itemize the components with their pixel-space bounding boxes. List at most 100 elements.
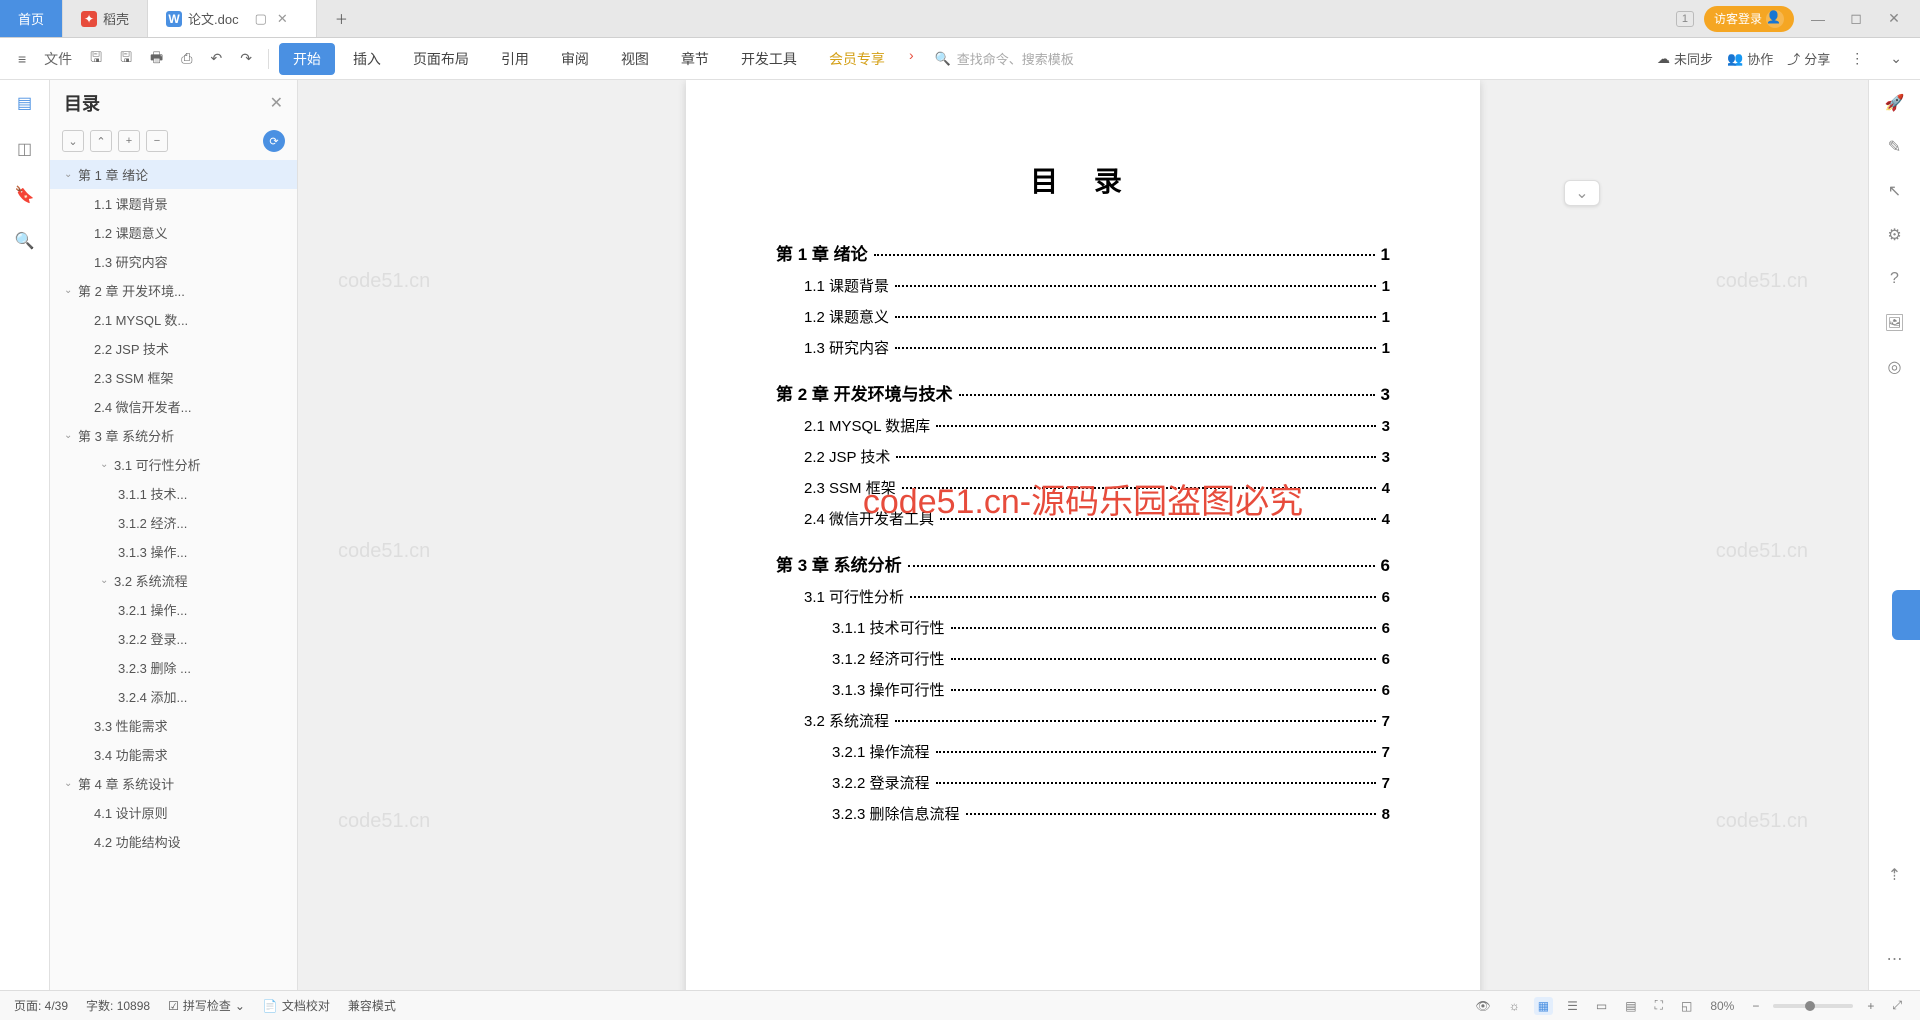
- ribbon-tab-dev[interactable]: 开发工具: [727, 43, 811, 75]
- undo-icon[interactable]: ↶: [204, 46, 228, 71]
- ribbon-tab-chapter[interactable]: 章节: [667, 43, 723, 75]
- outline-item[interactable]: ⌄第 1 章 绪论: [50, 160, 297, 189]
- outline-item[interactable]: 3.1.2 经济...: [50, 508, 297, 537]
- outline-item[interactable]: 3.2.4 添加...: [50, 682, 297, 711]
- maximize-icon[interactable]: ◻: [1842, 10, 1870, 27]
- outline-list[interactable]: ⌄第 1 章 绪论1.1 课题背景1.2 课题意义1.3 研究内容⌄第 2 章 …: [50, 160, 297, 990]
- outline-item[interactable]: 3.2.1 操作...: [50, 595, 297, 624]
- minimize-icon[interactable]: —: [1804, 11, 1832, 27]
- outline-item[interactable]: 2.3 SSM 框架: [50, 363, 297, 392]
- outline-item[interactable]: 1.1 课题背景: [50, 189, 297, 218]
- outline-item[interactable]: 1.2 课题意义: [50, 218, 297, 247]
- pages-rail-icon[interactable]: ◫: [14, 138, 36, 160]
- up-icon[interactable]: ⇡: [1884, 864, 1906, 886]
- page-indicator[interactable]: 页面: 4/39: [14, 997, 68, 1014]
- menu-icon[interactable]: ≡: [12, 47, 32, 71]
- fit-icon[interactable]: ⛶: [1651, 996, 1667, 1015]
- outline-item[interactable]: 3.2.3 删除 ...: [50, 653, 297, 682]
- collapse-all-icon[interactable]: ⌃: [90, 130, 112, 152]
- outline-item[interactable]: ⌄第 2 章 开发环境...: [50, 276, 297, 305]
- save-icon[interactable]: 🖫: [84, 43, 108, 75]
- save-as-icon[interactable]: 🖫: [114, 43, 138, 75]
- outline-item[interactable]: ⌄第 3 章 系统分析: [50, 421, 297, 450]
- print-icon[interactable]: 🖶: [144, 43, 169, 75]
- tab-docker[interactable]: ✦稻壳: [63, 0, 148, 37]
- outline-item[interactable]: 3.3 性能需求: [50, 711, 297, 740]
- outline-item[interactable]: 3.1.3 操作...: [50, 537, 297, 566]
- ribbon-tab-ref[interactable]: 引用: [487, 43, 543, 75]
- expand-all-icon[interactable]: ⌄: [62, 130, 84, 152]
- outline-view-icon[interactable]: ☰: [1563, 997, 1582, 1015]
- more-icon[interactable]: ⋯: [1884, 948, 1906, 970]
- document-area[interactable]: code51.cn code51.cn code51.cn code51.cn …: [298, 80, 1868, 990]
- outline-item[interactable]: 3.1.1 技术...: [50, 479, 297, 508]
- outline-item[interactable]: ⌄第 4 章 系统设计: [50, 769, 297, 798]
- dropdown-pill[interactable]: ⌄: [1564, 180, 1600, 206]
- cursor-icon[interactable]: ↖: [1884, 180, 1906, 202]
- kebab-icon[interactable]: ⋮: [1844, 46, 1870, 71]
- preview-icon[interactable]: ⎙: [175, 46, 198, 71]
- outline-item[interactable]: 2.1 MYSQL 数...: [50, 305, 297, 334]
- eye-icon[interactable]: 👁: [1472, 997, 1495, 1015]
- outline-item[interactable]: 4.1 设计原则: [50, 798, 297, 827]
- close-icon[interactable]: ✕: [1880, 10, 1908, 27]
- outline-item[interactable]: ⌄3.2 系统流程: [50, 566, 297, 595]
- outline-item[interactable]: 2.4 微信开发者...: [50, 392, 297, 421]
- outline-item[interactable]: 4.2 功能结构设: [50, 827, 297, 856]
- tab-home[interactable]: 首页: [0, 0, 63, 37]
- collapse-ribbon-icon[interactable]: ⌄: [1884, 46, 1908, 71]
- settings-icon[interactable]: ⚙: [1884, 224, 1906, 246]
- refresh-outline-icon[interactable]: ⟳: [263, 130, 285, 152]
- zoom-label[interactable]: 80%: [1706, 997, 1738, 1015]
- ribbon-tab-layout[interactable]: 页面布局: [399, 43, 483, 75]
- add-heading-icon[interactable]: +: [118, 130, 140, 152]
- ribbon-tab-vip[interactable]: 会员专享: [815, 43, 899, 75]
- spellcheck-button[interactable]: ☑拼写检查 ⌄: [168, 997, 245, 1014]
- compat-mode[interactable]: 兼容模式: [348, 997, 396, 1014]
- image-icon[interactable]: 🖼: [1884, 312, 1906, 334]
- page-view-icon[interactable]: ▦: [1534, 997, 1553, 1015]
- tab-close-icon[interactable]: ✕: [277, 11, 288, 27]
- zoom-slider[interactable]: [1773, 1004, 1853, 1008]
- tab-document[interactable]: W论文.doc ▢ ✕: [148, 0, 317, 37]
- pen-icon[interactable]: ✎: [1884, 136, 1906, 158]
- outline-item[interactable]: 3.2.2 登录...: [50, 624, 297, 653]
- proofread-button[interactable]: 📄文档校对: [263, 997, 330, 1014]
- search-rail-icon[interactable]: 🔍: [14, 230, 36, 252]
- ribbon-tab-insert[interactable]: 插入: [339, 43, 395, 75]
- new-tab-button[interactable]: ＋: [317, 0, 366, 37]
- web-view-icon[interactable]: ▤: [1621, 997, 1640, 1015]
- command-search[interactable]: 🔍查找命令、搜索模板: [926, 44, 1106, 73]
- outline-close-icon[interactable]: ✕: [270, 93, 283, 113]
- zoom-out-icon[interactable]: −: [1748, 997, 1763, 1015]
- word-count[interactable]: 字数: 10898: [86, 997, 150, 1014]
- share-button[interactable]: ⤴分享: [1787, 49, 1830, 68]
- zoom-in-icon[interactable]: +: [1863, 997, 1878, 1015]
- ribbon-tab-review[interactable]: 审阅: [547, 43, 603, 75]
- collab-button[interactable]: 👥协作: [1727, 49, 1773, 68]
- more-tabs-icon[interactable]: ›: [903, 43, 920, 75]
- file-menu[interactable]: 文件: [38, 45, 78, 73]
- zoom-box-icon[interactable]: ◱: [1677, 997, 1696, 1015]
- sync-button[interactable]: ☁未同步: [1657, 49, 1713, 68]
- brightness-icon[interactable]: ☼: [1505, 997, 1524, 1015]
- outline-rail-icon[interactable]: ▤: [14, 92, 36, 114]
- target-icon[interactable]: ◎: [1884, 356, 1906, 378]
- rocket-icon[interactable]: 🚀: [1884, 92, 1906, 114]
- guest-login-button[interactable]: 访客登录👤: [1704, 6, 1794, 32]
- outline-item[interactable]: 2.2 JSP 技术: [50, 334, 297, 363]
- fullscreen-icon[interactable]: ⤢: [1888, 996, 1906, 1015]
- tab-popout-icon[interactable]: ▢: [255, 11, 267, 27]
- outline-item[interactable]: ⌄3.1 可行性分析: [50, 450, 297, 479]
- outline-item[interactable]: 1.3 研究内容: [50, 247, 297, 276]
- ribbon-tab-view[interactable]: 视图: [607, 43, 663, 75]
- bookmark-rail-icon[interactable]: 🔖: [14, 184, 36, 206]
- ribbon-tab-start[interactable]: 开始: [279, 43, 335, 75]
- panel-icon[interactable]: 1: [1676, 11, 1694, 27]
- outline-item[interactable]: 3.4 功能需求: [50, 740, 297, 769]
- redo-icon[interactable]: ↷: [234, 46, 258, 71]
- remove-heading-icon[interactable]: −: [146, 130, 168, 152]
- help-icon[interactable]: ?: [1884, 268, 1906, 290]
- feedback-tab[interactable]: [1892, 590, 1920, 640]
- read-view-icon[interactable]: ▭: [1592, 997, 1611, 1015]
